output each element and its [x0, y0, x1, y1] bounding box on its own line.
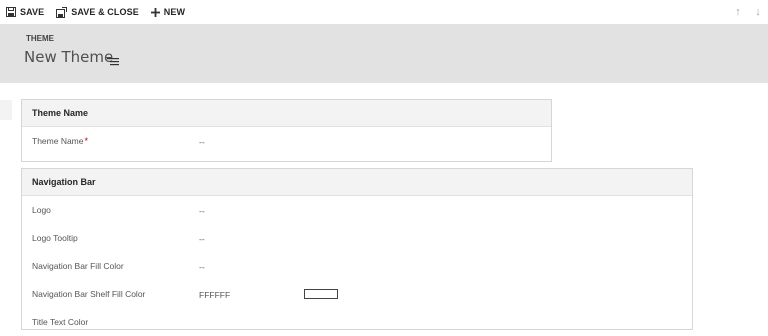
record-navigation: ↑ ↓ [728, 0, 768, 24]
field-label: Title Text Color [32, 317, 89, 327]
section-header: Theme Name [22, 100, 551, 127]
save-button[interactable]: SAVE [0, 0, 50, 24]
save-icon [6, 7, 16, 17]
new-button[interactable]: NEW [145, 0, 191, 24]
title-text-color-field: Title Text Color [22, 308, 692, 336]
navigation-bar-section: Navigation Bar Logo -- Logo Tooltip -- N… [21, 168, 693, 330]
logo-tooltip-input[interactable]: -- [199, 234, 205, 244]
previous-record-arrow-icon[interactable]: ↑ [728, 6, 748, 18]
logo-input[interactable]: -- [199, 206, 205, 216]
theme-name-field: Theme Name* -- [22, 127, 551, 155]
navigation-bar-shelf-fill-color-field: Navigation Bar Shelf Fill Color FFFFFF [22, 280, 692, 308]
section-header: Navigation Bar [22, 169, 692, 196]
logo-tooltip-field: Logo Tooltip -- [22, 224, 692, 252]
navigation-bar-fill-color-input[interactable]: -- [199, 262, 205, 272]
entity-name: THEME [26, 34, 54, 43]
theme-name-section: Theme Name Theme Name* -- [21, 99, 552, 162]
logo-field: Logo -- [22, 196, 692, 224]
field-label: Theme Name* [32, 136, 89, 146]
plus-icon [150, 7, 160, 17]
form-selector-menu-icon[interactable] [107, 57, 119, 66]
field-label: Logo Tooltip [32, 233, 78, 243]
form-header: THEME New Theme [0, 24, 768, 83]
field-label: Logo [32, 205, 51, 215]
navigation-bar-fill-color-field: Navigation Bar Fill Color -- [22, 252, 692, 280]
save-and-close-button[interactable]: SAVE & CLOSE [50, 0, 145, 24]
page-title: New Theme [24, 48, 114, 66]
save-close-icon [56, 6, 68, 18]
navigation-bar-shelf-fill-color-input[interactable]: FFFFFF [199, 290, 230, 300]
next-record-arrow-icon[interactable]: ↓ [748, 6, 768, 18]
required-asterisk: * [84, 136, 89, 146]
field-label: Navigation Bar Shelf Fill Color [32, 289, 146, 299]
theme-name-input[interactable]: -- [199, 137, 205, 147]
command-bar: SAVE SAVE & CLOSE NEW ↑ ↓ [0, 0, 768, 24]
left-gutter [0, 100, 12, 120]
save-and-close-label: SAVE & CLOSE [71, 7, 139, 17]
new-label: NEW [163, 7, 186, 17]
field-label: Navigation Bar Fill Color [32, 261, 124, 271]
save-label: SAVE [20, 7, 45, 17]
color-swatch [304, 289, 338, 299]
